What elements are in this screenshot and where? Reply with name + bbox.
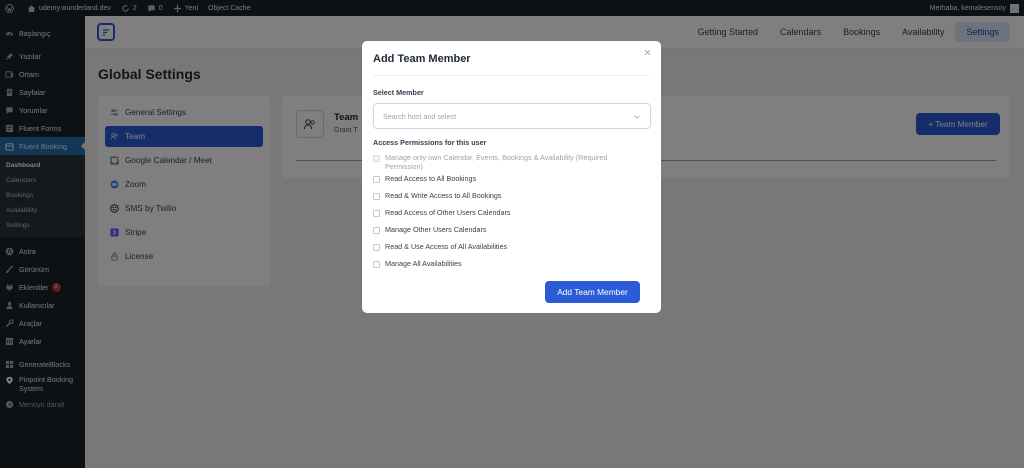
permission-checkbox[interactable] xyxy=(373,175,380,183)
permission-own-calendar: Manage only own Calendar, Events, Bookin… xyxy=(373,153,653,171)
permission-label: Manage Other Users Calendars xyxy=(385,224,487,234)
permission-label: Manage only own Calendar, Events, Bookin… xyxy=(385,153,608,171)
permission-read-all-bookings[interactable]: Read Access to All Bookings xyxy=(373,173,653,184)
permission-read-use-availabilities[interactable]: Read & Use Access of All Availabilities xyxy=(373,241,653,252)
add-team-member-modal: Add Team Member Select Member Access Per… xyxy=(362,41,661,313)
permission-checkbox[interactable] xyxy=(373,226,380,234)
modal-divider xyxy=(373,75,650,76)
permission-label: Read & Write Access to All Bookings xyxy=(385,190,502,200)
modal-close-button[interactable] xyxy=(642,47,652,57)
permission-checkbox[interactable] xyxy=(373,192,380,200)
permission-label: Read Access to All Bookings xyxy=(385,173,477,183)
select-member-label: Select Member xyxy=(373,88,424,97)
modal-title: Add Team Member xyxy=(373,53,471,65)
permission-label: Manage All Availabilities xyxy=(385,258,462,268)
select-member-dropdown[interactable] xyxy=(373,103,651,129)
permission-read-other-calendars[interactable]: Read Access of Other Users Calendars xyxy=(373,207,653,218)
permission-checkbox[interactable] xyxy=(373,209,380,217)
permission-read-write-all-bookings[interactable]: Read & Write Access to All Bookings xyxy=(373,190,653,201)
submit-add-team-member-button[interactable]: Add Team Member xyxy=(545,281,640,303)
permission-checkbox-disabled xyxy=(373,155,380,162)
permission-label: Read & Use Access of All Availabilities xyxy=(385,241,508,251)
member-search-input[interactable] xyxy=(383,111,623,121)
permission-manage-other-calendars[interactable]: Manage Other Users Calendars xyxy=(373,224,653,235)
close-icon xyxy=(644,49,650,55)
permissions-list: Manage only own Calendar, Events, Bookin… xyxy=(373,153,653,277)
permission-manage-all-availabilities[interactable]: Manage All Availabilities xyxy=(373,258,653,269)
permission-label: Read Access of Other Users Calendars xyxy=(385,207,511,217)
chevron-down-icon xyxy=(634,115,640,119)
permission-checkbox[interactable] xyxy=(373,260,380,268)
permissions-label: Access Permissions for this user xyxy=(373,138,487,147)
permission-checkbox[interactable] xyxy=(373,243,380,251)
